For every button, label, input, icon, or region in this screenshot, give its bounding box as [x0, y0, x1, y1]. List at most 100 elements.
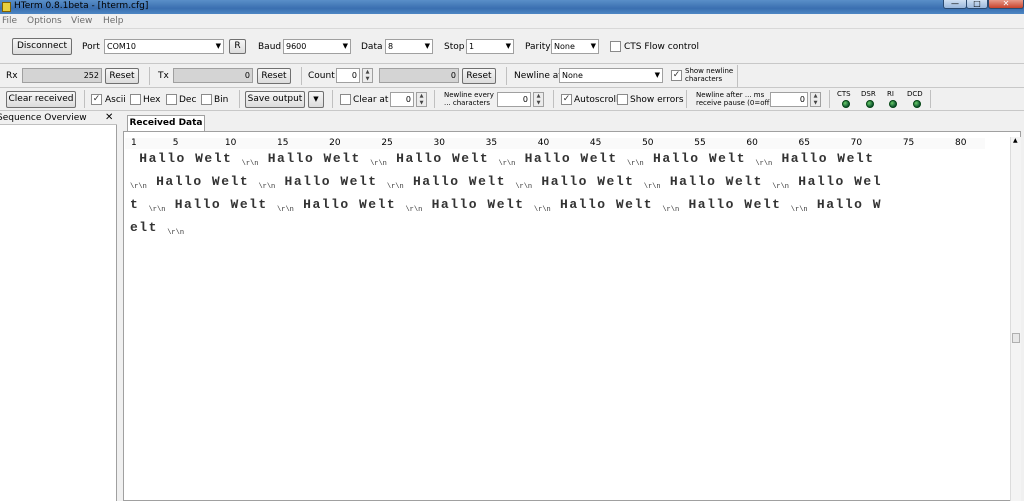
save-output-button[interactable]: Save output — [245, 91, 305, 108]
menu-view[interactable]: View — [71, 15, 92, 28]
newline-after-input[interactable]: 0 — [770, 92, 808, 107]
received-segment: Hallo Welt — [386, 151, 499, 166]
data-bits-select[interactable]: 8 ▼ — [385, 39, 433, 54]
received-line: elt \r\n — [130, 219, 990, 242]
hex-checkbox[interactable] — [130, 94, 141, 105]
crlf-marker: \r\n — [241, 160, 259, 168]
minimize-button[interactable]: — — [943, 0, 967, 9]
bin-checkbox[interactable] — [201, 94, 212, 105]
close-button[interactable]: ✕ — [988, 0, 1024, 9]
dsr-led-icon — [866, 100, 874, 108]
chevron-down-icon: ▼ — [424, 42, 430, 50]
received-segment: Hallo Welt — [258, 151, 371, 166]
received-segment: Hallo Wel — [789, 174, 883, 189]
close-icon[interactable]: ✕ — [105, 111, 113, 125]
cts-led-label: CTS — [837, 90, 851, 98]
stop-bits-select[interactable]: 1 ▼ — [466, 39, 514, 54]
ruler-tick: 25 — [381, 138, 393, 148]
menu-file[interactable]: File — [2, 15, 17, 28]
cts-flow-label: CTS Flow control — [624, 42, 699, 52]
data-label: Data — [361, 42, 383, 52]
newline-after-spinner[interactable]: ▲ ▼ — [810, 92, 821, 107]
vertical-scrollbar[interactable]: ▲ — [1010, 137, 1021, 501]
stop-bits-value: 1 — [469, 42, 475, 51]
baud-select[interactable]: 9600 ▼ — [283, 39, 351, 54]
received-segment: Hallo W — [807, 197, 883, 212]
chevron-down-icon: ▼ — [654, 71, 660, 79]
rx-label: Rx — [6, 71, 18, 81]
autoscroll-checkbox[interactable]: ✓ — [561, 94, 572, 105]
scroll-thumb[interactable] — [1012, 333, 1020, 343]
newline-at-value: None — [562, 71, 583, 80]
ruler-tick: 30 — [433, 138, 445, 148]
count-reset-button[interactable]: Reset — [462, 68, 496, 84]
ruler-tick: 35 — [485, 138, 498, 148]
show-newline-checkbox[interactable]: ✓ — [671, 70, 682, 81]
received-segment: elt — [130, 220, 168, 235]
newline-every-input[interactable]: 0 — [497, 92, 531, 107]
newline-at-select[interactable]: None ▼ — [559, 68, 663, 83]
received-segment: Hallo Welt — [660, 174, 773, 189]
crlf-marker: \r\n — [148, 206, 166, 214]
baud-label: Baud — [258, 42, 282, 52]
clear-received-button[interactable]: Clear received — [6, 91, 76, 108]
count-input[interactable]: 0 — [336, 68, 360, 83]
sequence-overview-panel: Sequence Overview ✕ — [0, 111, 117, 501]
tx-reset-button[interactable]: Reset — [257, 68, 291, 84]
ruler-tick: 50 — [642, 138, 654, 148]
save-output-dropdown[interactable]: ▼ — [308, 91, 324, 108]
crlf-marker: \r\n — [498, 160, 516, 168]
rx-reset-button[interactable]: Reset — [105, 68, 139, 84]
cts-flow-checkbox[interactable] — [610, 41, 621, 52]
parity-select[interactable]: None ▼ — [551, 39, 599, 54]
crlf-marker: \r\n — [626, 160, 644, 168]
newline-every-label-1: Newline every — [444, 91, 494, 99]
chevron-down-icon: ▼ — [215, 42, 221, 50]
menu-options[interactable]: Options — [27, 15, 62, 28]
menu-help[interactable]: Help — [103, 15, 124, 28]
clear-at-checkbox[interactable] — [340, 94, 351, 105]
crlf-marker: \r\n — [755, 160, 773, 168]
scroll-up-icon[interactable]: ▲ — [1013, 137, 1018, 144]
clear-at-spinner[interactable]: ▲ ▼ — [416, 92, 427, 107]
crlf-marker: \r\n — [130, 183, 147, 191]
chevron-down-icon: ▼ — [590, 42, 596, 50]
baud-value: 9600 — [286, 42, 307, 51]
crlf-marker: \r\n — [258, 183, 276, 191]
dec-checkbox[interactable] — [166, 94, 177, 105]
received-segment: t — [130, 197, 149, 212]
r-button[interactable]: R — [229, 39, 246, 54]
ruler-tick: 1 — [131, 138, 137, 148]
received-data-area[interactable]: 1 5 10 15 20 25 30 35 40 45 50 55 60 65 70 75 80 Hallo W… — [123, 131, 1021, 501]
menu-bar: File Options View Help — [0, 14, 1024, 29]
ruler-tick: 55 — [694, 138, 706, 148]
ascii-label: Ascii — [105, 95, 126, 105]
dsr-led-label: DSR — [861, 90, 876, 98]
separator — [686, 90, 687, 108]
sequence-overview-header: Sequence Overview ✕ — [0, 111, 117, 125]
counter-toolbar: Rx 252 Reset Tx 0 Reset Count 0 ▲ ▼ 0 Res… — [0, 65, 1024, 88]
received-segment: Hallo Welt — [550, 197, 663, 212]
tx-counter: 0 — [173, 68, 253, 83]
received-segment: Hallo Welt — [643, 151, 756, 166]
newline-every-spinner[interactable]: ▲ ▼ — [533, 92, 544, 107]
received-segment: Hallo Welt — [165, 197, 278, 212]
received-segment: Hallo Welt — [679, 197, 791, 212]
tab-received-data[interactable]: Received Data — [127, 115, 205, 131]
count-label: Count — [308, 71, 335, 81]
ruler-tick: 5 — [172, 138, 179, 148]
separator — [737, 65, 738, 87]
clear-at-input[interactable]: 0 — [390, 92, 414, 107]
ruler-tick: 65 — [798, 138, 810, 148]
column-ruler: 1 5 10 15 20 25 30 35 40 45 50 55 60 65 70 75 80 — [125, 138, 985, 149]
port-select[interactable]: COM10 ▼ — [104, 39, 224, 54]
bin-label: Bin — [214, 95, 229, 105]
show-newline-label-1: Show newline — [685, 67, 734, 75]
count-spinner[interactable]: ▲ ▼ — [362, 68, 373, 83]
ascii-checkbox[interactable]: ✓ — [91, 94, 102, 105]
disconnect-button[interactable]: Disconnect — [12, 38, 72, 55]
maximize-button[interactable]: □ — [966, 0, 988, 9]
port-label: Port — [82, 42, 100, 52]
received-segment: Hallo Welt — [403, 174, 516, 189]
show-errors-checkbox[interactable] — [617, 94, 628, 105]
